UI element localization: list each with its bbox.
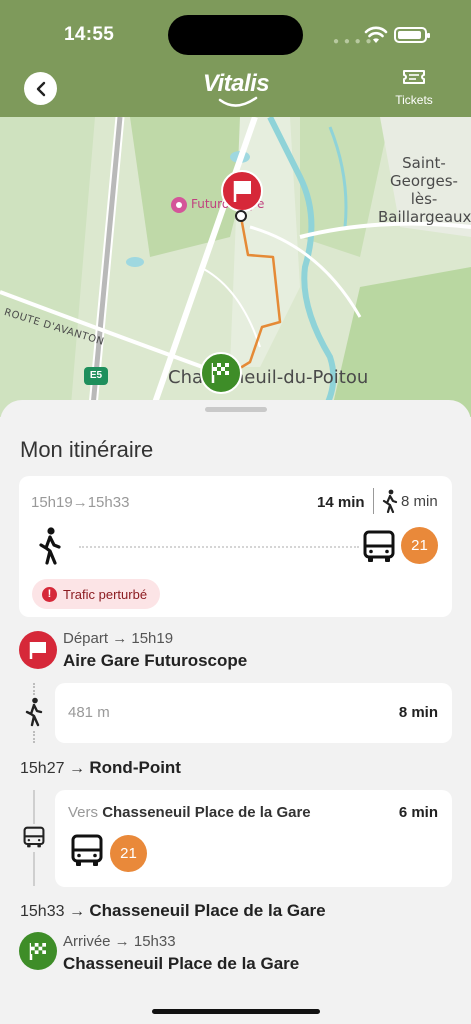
arrival-stop-line: 15h33 → Chasseneuil Place de la Gare	[20, 901, 326, 921]
summary-duration: 14 min	[317, 494, 365, 511]
dynamic-island	[168, 15, 303, 55]
walk-rail-bottom	[33, 731, 35, 743]
wifi-icon	[364, 26, 388, 43]
itinerary-title: Mon itinéraire	[20, 437, 154, 462]
chevron-left-icon	[36, 81, 45, 96]
itinerary-summary-card[interactable]: 15h19→15h33 14 min 8 min 21 ! Trafic per…	[19, 476, 452, 617]
walking-icon	[39, 527, 61, 565]
battery-icon	[394, 27, 430, 43]
summary-walk-label: 8 min	[401, 492, 438, 510]
departure-stop: Aire Gare Futuroscope	[63, 651, 248, 670]
traffic-alert-label: Trafic perturbé	[63, 586, 148, 602]
line-badge: 21	[401, 527, 438, 564]
status-time: 14:55	[64, 24, 115, 45]
walking-icon	[382, 489, 398, 513]
line-badge: 21	[110, 835, 147, 872]
back-button[interactable]	[24, 72, 57, 105]
home-indicator[interactable]	[152, 1009, 320, 1014]
transfer-stop-line: 15h27 → Rond-Point	[20, 758, 181, 778]
walk-rail-top	[33, 683, 35, 695]
bus-direction-stop: Chasseneuil Place de la Gare	[102, 804, 311, 821]
walk-duration: 8 min	[398, 704, 438, 721]
ticket-icon	[403, 70, 425, 84]
bus-icon	[363, 530, 395, 562]
poi-pin-icon	[171, 197, 187, 213]
walk-leg-card[interactable]: 481 m 8 min	[55, 683, 452, 743]
arrival-stop: Chasseneuil Place de la Gare	[63, 954, 300, 973]
departure-flag-icon	[19, 631, 57, 669]
tickets-label: Tickets	[395, 93, 433, 107]
vitalis-logo: Vitalis	[200, 66, 272, 112]
sheet-grabber[interactable]	[205, 407, 267, 412]
bus-duration: 6 min	[398, 804, 438, 821]
route-map[interactable]: Saint-Georges-lès-Baillargeaux ROUTE D'A…	[0, 117, 471, 417]
logo-swoosh	[218, 96, 258, 107]
highway-badge: E5	[84, 367, 108, 385]
traffic-alert-badge[interactable]: ! Trafic perturbé	[32, 579, 161, 609]
arrival-stop-name: Chasseneuil Place de la Gare	[89, 901, 326, 920]
bus-direction-prefix: Vers	[68, 804, 99, 821]
start-marker-icon[interactable]	[220, 169, 264, 229]
walk-distance: 481 m	[68, 704, 110, 721]
alert-icon: !	[42, 586, 57, 602]
summary-divider	[373, 488, 374, 514]
summary-times: 15h19→15h33	[31, 494, 130, 511]
departure-time: Départ → 15h19	[63, 630, 174, 647]
app-header: 14:55 ● ● ● ● Vitalis Tickets	[0, 0, 471, 117]
arrival-stop-time: 15h33 →	[20, 903, 85, 920]
walking-icon	[25, 697, 43, 727]
bus-icon	[71, 834, 103, 866]
bus-direction: Vers Chasseneuil Place de la Gare	[68, 804, 311, 821]
end-marker-icon[interactable]	[199, 351, 243, 395]
summary-walk-time: 8 min	[381, 489, 438, 513]
arrival-flag-icon	[19, 932, 57, 970]
tickets-button[interactable]: Tickets	[388, 68, 440, 110]
bus-icon	[21, 824, 47, 852]
bus-leg-card[interactable]: Vers Chasseneuil Place de la Gare 6 min …	[55, 790, 452, 887]
map-label-city: Saint-Georges-lès-Baillargeaux	[378, 154, 471, 226]
transfer-stop: Rond-Point	[89, 758, 181, 777]
itinerary-sheet: Mon itinéraire 15h19→15h33 14 min 8 min …	[0, 400, 471, 1024]
transfer-time: 15h27 →	[20, 760, 85, 777]
walk-dotted-line	[79, 546, 359, 548]
arrival-time: Arrivée → 15h33	[63, 933, 176, 950]
